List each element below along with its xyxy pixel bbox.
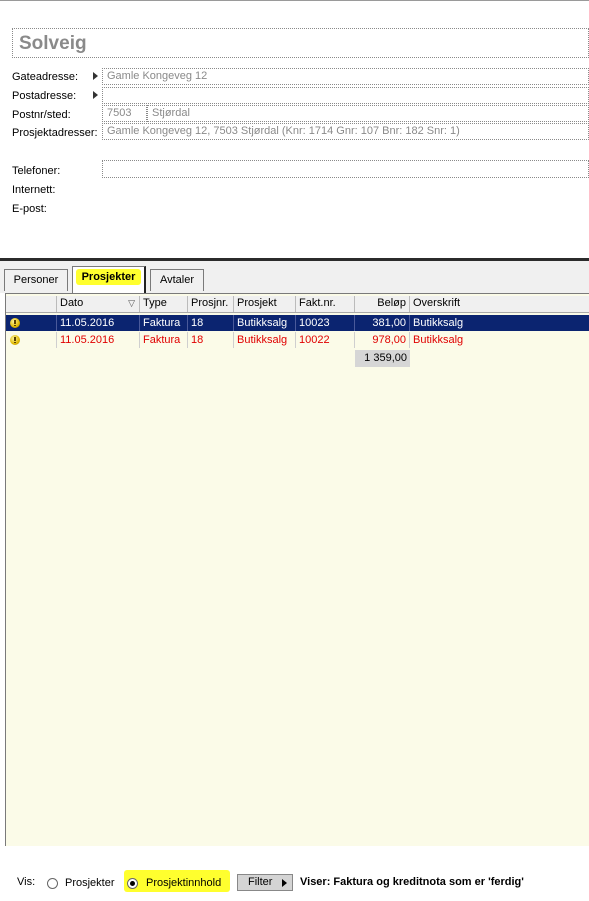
postnr-label: Postnr/sted: bbox=[12, 109, 71, 121]
postadresse-field[interactable] bbox=[102, 87, 589, 104]
internett-label: Internett: bbox=[12, 184, 56, 196]
header-type[interactable]: Type bbox=[140, 296, 188, 312]
sort-desc-icon: ▽ bbox=[128, 298, 135, 308]
cell-overskrift: Butikksalg bbox=[413, 334, 464, 346]
cell-prosjekt: Butikksalg bbox=[234, 332, 296, 348]
row-status-cell bbox=[6, 332, 57, 348]
cell-faktnr: 10023 bbox=[296, 315, 355, 331]
tab-strip: Personer Prosjekter Avtaler bbox=[0, 261, 589, 293]
tab-personer[interactable]: Personer bbox=[4, 269, 68, 291]
radio-prosjekter-label[interactable]: Prosjekter bbox=[65, 877, 115, 889]
telefoner-label: Telefoner: bbox=[12, 165, 61, 177]
row-status-cell bbox=[6, 315, 57, 331]
table-row[interactable]: 11.05.2016 Faktura 18 Butikksalg 10022 9… bbox=[6, 332, 589, 348]
contact-card: Solveig Gateadresse: Gamle Kongeveg 12 P… bbox=[0, 0, 589, 259]
cell-type: Faktura bbox=[140, 315, 188, 331]
prosjektadresser-label: Prosjektadresser: bbox=[12, 127, 98, 139]
postadresse-expand-icon[interactable] bbox=[93, 91, 98, 99]
header-icon-col[interactable] bbox=[6, 296, 57, 312]
tab-prosjekter-label: Prosjekter bbox=[75, 269, 142, 285]
header-faktnr[interactable]: Fakt.nr. bbox=[296, 296, 355, 312]
prosjektadresser-field[interactable]: Gamle Kongeveg 12, 7503 Stjørdal (Knr: 1… bbox=[102, 123, 589, 140]
grid-header: Dato ▽ Type Prosjnr. Prosjekt Fakt.nr. Be… bbox=[6, 296, 589, 313]
project-content-grid[interactable]: Dato ▽ Type Prosjnr. Prosjekt Fakt.nr. Be… bbox=[5, 293, 589, 847]
header-prosjnr[interactable]: Prosjnr. bbox=[188, 296, 234, 312]
cell-prosjekt: Butikksalg bbox=[234, 315, 296, 331]
header-dato[interactable]: Dato ▽ bbox=[57, 296, 140, 312]
sted-field[interactable]: Stjørdal bbox=[147, 105, 589, 122]
gateadresse-field[interactable]: Gamle Kongeveg 12 bbox=[102, 68, 589, 85]
radio-prosjekter[interactable] bbox=[47, 878, 58, 889]
filter-button[interactable]: Filter bbox=[237, 874, 293, 891]
cell-dato: 11.05.2016 bbox=[57, 315, 140, 331]
contact-name-field[interactable]: Solveig bbox=[12, 28, 589, 58]
play-icon bbox=[282, 879, 287, 887]
cell-belop: 381,00 bbox=[355, 315, 410, 331]
cell-type: Faktura bbox=[140, 332, 188, 348]
invoice-warning-icon bbox=[10, 335, 20, 345]
gateadresse-label: Gateadresse: bbox=[12, 71, 79, 83]
cell-prosjnr: 18 bbox=[188, 315, 234, 331]
header-dato-label: Dato bbox=[60, 297, 84, 309]
cell-faktnr: 10022 bbox=[296, 332, 355, 348]
radio-prosjektinnhold[interactable] bbox=[127, 878, 138, 889]
postadresse-label: Postadresse: bbox=[12, 90, 77, 102]
gateadresse-expand-icon[interactable] bbox=[93, 72, 98, 80]
contact-name: Solveig bbox=[19, 33, 87, 54]
filter-status-text: Viser: Faktura og kreditnota som er 'fer… bbox=[300, 876, 524, 888]
cell-prosjnr: 18 bbox=[188, 332, 234, 348]
telefoner-field[interactable] bbox=[102, 160, 589, 178]
epost-label: E-post: bbox=[12, 203, 47, 215]
belop-total: 1 359,00 bbox=[355, 350, 410, 367]
filter-button-label: Filter bbox=[248, 876, 273, 888]
postnr-field[interactable]: 7503 bbox=[102, 105, 147, 122]
cell-overskrift: Butikksalg bbox=[413, 317, 464, 329]
vis-label: Vis: bbox=[17, 876, 36, 888]
footer-bar: Vis: Prosjekter Prosjektinnhold Filter V… bbox=[0, 846, 589, 901]
tab-avtaler[interactable]: Avtaler bbox=[150, 269, 204, 291]
header-belop[interactable]: Beløp bbox=[355, 296, 410, 312]
cell-belop: 978,00 bbox=[355, 332, 410, 348]
cell-dato: 11.05.2016 bbox=[57, 332, 140, 348]
radio-prosjektinnhold-label[interactable]: Prosjektinnhold bbox=[146, 877, 221, 889]
table-row[interactable]: 11.05.2016 Faktura 18 Butikksalg 10023 3… bbox=[6, 315, 589, 331]
header-overskrift[interactable]: Overskrift bbox=[410, 296, 589, 312]
invoice-warning-icon bbox=[10, 318, 20, 328]
header-prosjekt[interactable]: Prosjekt bbox=[234, 296, 296, 312]
tab-prosjekter[interactable]: Prosjekter bbox=[72, 266, 146, 293]
